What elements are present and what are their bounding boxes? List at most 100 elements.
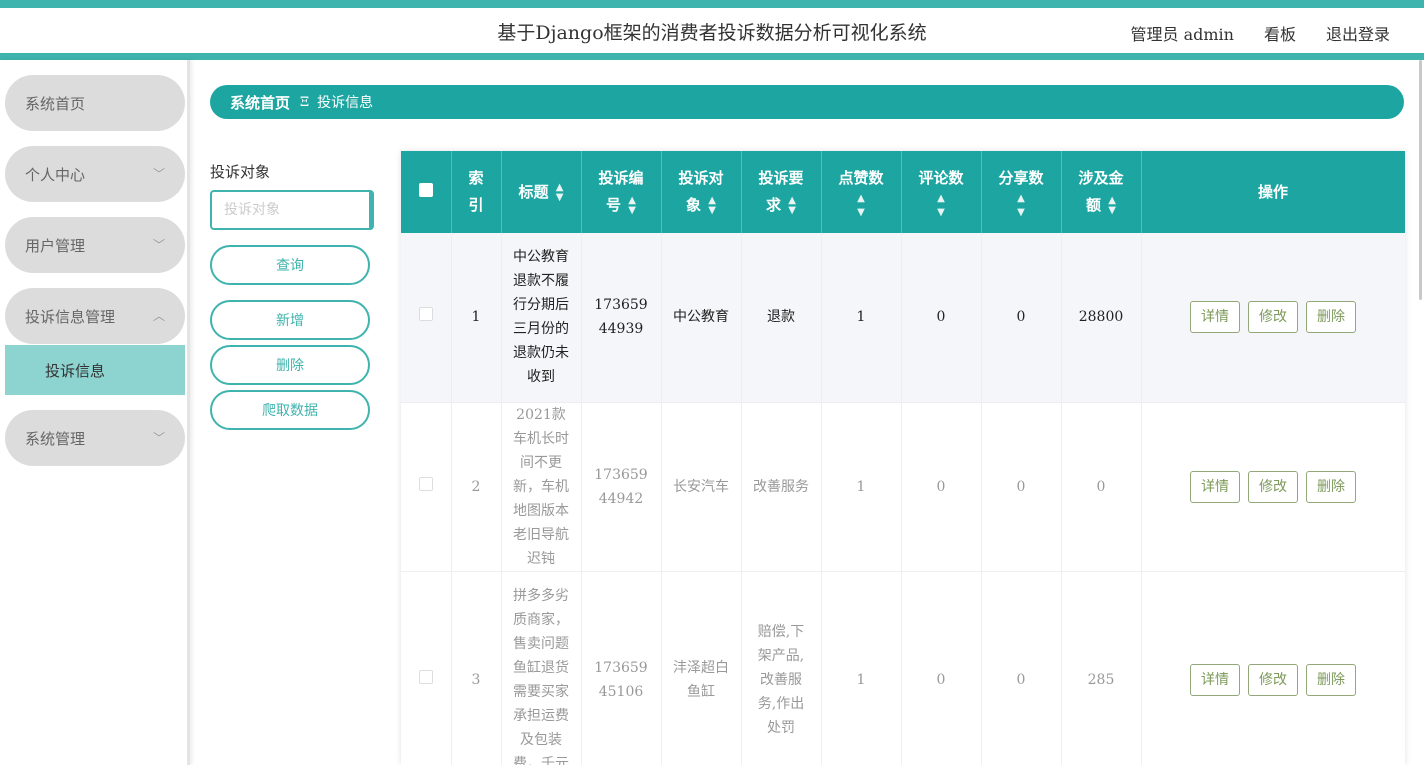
sidebar-item-complaint-management[interactable]: 投诉信息管理 ︿ <box>5 288 185 344</box>
edit-button[interactable]: 修改 <box>1248 663 1298 696</box>
header-comments[interactable]: 评论数 ▲ ▼ <box>901 151 982 233</box>
cell-index: 1 <box>451 233 502 403</box>
sidebar-item-label: 用户管理 <box>25 236 86 255</box>
sort-icon[interactable]: ▲ ▼ <box>556 182 564 203</box>
batch-delete-button[interactable]: 删除 <box>210 345 370 385</box>
header-amount[interactable]: 涉及金额 ▲ ▼ <box>1061 151 1142 233</box>
detail-button[interactable]: 详情 <box>1190 663 1240 696</box>
logout-link[interactable]: 退出登录 <box>1326 21 1390 45</box>
query-button[interactable]: 查询 <box>210 245 370 285</box>
row-select-cell[interactable] <box>401 571 452 765</box>
sidebar: 系统首页 个人中心 ﹀ 用户管理 ﹀ 投诉信息管理 ︿ 投诉信息 系统管理 ﹀ <box>0 60 190 765</box>
cell-amount: 28800 <box>1061 233 1142 403</box>
cell-demand: 退款 <box>741 233 822 403</box>
row-select-cell[interactable] <box>401 402 452 572</box>
breadcrumb-current: 投诉信息 <box>317 95 374 111</box>
page-scrollbar[interactable] <box>1419 60 1422 300</box>
chevron-up-icon: ︿ <box>152 309 165 323</box>
row-select-cell[interactable] <box>401 233 452 403</box>
sidebar-item-home[interactable]: 系统首页 <box>5 75 185 131</box>
sort-icon[interactable]: ▲ ▼ <box>902 192 981 220</box>
sidebar-item-system-management[interactable]: 系统管理 ﹀ <box>5 410 185 466</box>
header-select-all[interactable] <box>401 151 452 233</box>
breadcrumb: 系统首页 Ξ 投诉信息 <box>210 85 1404 119</box>
sidebar-item-label: 个人中心 <box>25 165 86 184</box>
sidebar-item-label: 投诉信息管理 <box>25 307 116 326</box>
cell-amount: 0 <box>1061 402 1142 572</box>
table-row[interactable]: 2 2021款车机长时间不更新，车机地图版本老旧导航迟钝 17365944942… <box>401 402 1405 572</box>
cell-amount: 285 <box>1061 571 1142 765</box>
cell-demand: 改善服务 <box>741 402 822 572</box>
top-right-menu: 管理员 admin 看板 退出登录 <box>1131 21 1391 45</box>
header-target[interactable]: 投诉对象 ▲ ▼ <box>661 151 742 233</box>
delete-button[interactable]: 删除 <box>1306 663 1356 696</box>
cell-shares: 0 <box>981 571 1062 765</box>
header-number[interactable]: 投诉编号 ▲ ▼ <box>581 151 662 233</box>
sort-icon[interactable]: ▲ ▼ <box>708 196 716 216</box>
add-button[interactable]: 新增 <box>210 300 370 340</box>
row-checkbox[interactable] <box>418 307 433 322</box>
edit-button[interactable]: 修改 <box>1248 470 1298 503</box>
sort-icon[interactable]: ▲ ▼ <box>1108 196 1116 216</box>
cell-demand: 赔偿,下架产品,改善服务,作出处罚 <box>741 571 822 765</box>
breadcrumb-home[interactable]: 系统首页 <box>230 92 290 113</box>
row-checkbox[interactable] <box>418 669 433 684</box>
header-title[interactable]: 标题 ▲ ▼ <box>501 151 582 233</box>
cell-shares: 0 <box>981 233 1062 403</box>
header-actions: 操作 <box>1141 151 1405 233</box>
delete-button[interactable]: 删除 <box>1306 470 1356 503</box>
chevron-down-icon: ﹀ <box>152 238 165 252</box>
cell-title: 拼多多劣质商家，售卖问题鱼缸退货需要买家承担运费及包装费，千元 <box>501 571 582 765</box>
table-row[interactable]: 1 中公教育退款不履行分期后三月份的退款仍未收到 17365944939 中公教… <box>401 233 1405 403</box>
cell-actions: 详情 修改 删除 <box>1141 402 1405 572</box>
row-checkbox[interactable] <box>418 476 433 491</box>
cell-comments: 0 <box>901 571 982 765</box>
cell-number: 17365945106 <box>581 571 662 765</box>
cell-actions: 详情 修改 删除 <box>1141 233 1405 403</box>
cell-title: 中公教育退款不履行分期后三月份的退款仍未收到 <box>501 233 582 403</box>
cell-target: 长安汽车 <box>661 402 742 572</box>
complaint-table: 索引 标题 ▲ ▼ 投诉编号 ▲ ▼ 投诉对象 ▲ ▼ 投诉要求 ▲ ▼ 点赞数 ▲ ▼ 评… <box>401 151 1405 765</box>
edit-button[interactable]: 修改 <box>1248 301 1298 334</box>
header-index: 索引 <box>451 151 502 233</box>
sort-icon[interactable]: ▲ ▼ <box>628 196 636 216</box>
delete-button[interactable]: 删除 <box>1306 301 1356 334</box>
sidebar-item-label: 系统首页 <box>25 94 86 113</box>
header-demand[interactable]: 投诉要求 ▲ ▼ <box>741 151 822 233</box>
detail-button[interactable]: 详情 <box>1190 301 1240 334</box>
cell-comments: 0 <box>901 402 982 572</box>
search-input[interactable] <box>210 190 374 230</box>
table-row[interactable]: 3 拼多多劣质商家，售卖问题鱼缸退货需要买家承担运费及包装费，千元 173659… <box>401 571 1405 765</box>
cell-actions: 详情 修改 删除 <box>1141 571 1405 765</box>
sidebar-item-user-management[interactable]: 用户管理 ﹀ <box>5 217 185 273</box>
cell-title: 2021款车机长时间不更新，车机地图版本老旧导航迟钝 <box>501 402 582 572</box>
sidebar-item-label: 系统管理 <box>25 429 86 448</box>
chevron-down-icon: ﹀ <box>152 431 165 445</box>
cell-number: 17365944942 <box>581 402 662 572</box>
cell-target: 中公教育 <box>661 233 742 403</box>
sort-icon[interactable]: ▲ ▼ <box>788 196 796 216</box>
select-all-checkbox[interactable] <box>418 182 433 197</box>
top-bar: 基于Django框架的消费者投诉数据分析可视化系统 管理员 admin 看板 退… <box>0 0 1424 60</box>
sort-icon[interactable]: ▲ ▼ <box>982 192 1061 220</box>
detail-button[interactable]: 详情 <box>1190 470 1240 503</box>
header-likes[interactable]: 点赞数 ▲ ▼ <box>821 151 902 233</box>
sidebar-item-personal-center[interactable]: 个人中心 ﹀ <box>5 146 185 202</box>
sidebar-subitem-label: 投诉信息 <box>45 361 106 380</box>
sidebar-subitem-complaint-info[interactable]: 投诉信息 <box>5 345 185 395</box>
breadcrumb-separator-icon: Ξ <box>300 94 310 110</box>
cell-shares: 0 <box>981 402 1062 572</box>
admin-label: 管理员 admin <box>1130 25 1234 44</box>
board-link[interactable]: 看板 <box>1264 21 1296 45</box>
sort-icon[interactable]: ▲ ▼ <box>822 192 901 220</box>
table-header-row: 索引 标题 ▲ ▼ 投诉编号 ▲ ▼ 投诉对象 ▲ ▼ 投诉要求 ▲ ▼ 点赞数 ▲ ▼ 评… <box>401 151 1405 233</box>
cell-target: 沣泽超白鱼缸 <box>661 571 742 765</box>
cell-comments: 0 <box>901 233 982 403</box>
header-shares[interactable]: 分享数 ▲ ▼ <box>981 151 1062 233</box>
cell-likes: 1 <box>821 571 902 765</box>
cell-likes: 1 <box>821 233 902 403</box>
cell-number: 17365944939 <box>581 233 662 403</box>
crawl-data-button[interactable]: 爬取数据 <box>210 390 370 430</box>
cell-index: 3 <box>451 571 502 765</box>
chevron-down-icon: ﹀ <box>152 167 165 181</box>
